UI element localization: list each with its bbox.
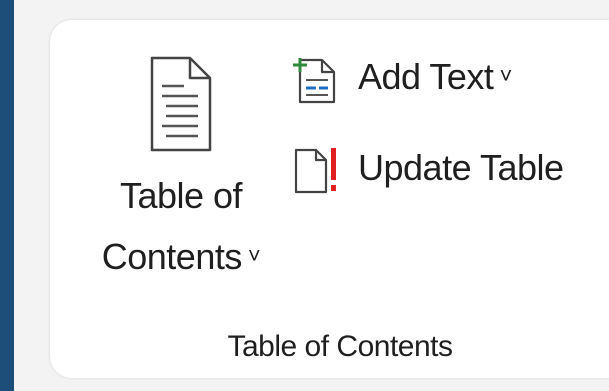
add-text-button[interactable]: Add Text ˅ [288, 48, 548, 108]
table-of-contents-button[interactable]: Table of Contents ˅ [90, 48, 272, 288]
update-table-button[interactable]: Update Table [288, 140, 578, 200]
document-lines-icon [150, 56, 212, 152]
group-label: Table of Contents [227, 330, 453, 363]
add-text-label-text: Add Text [358, 56, 494, 97]
add-text-label: Add Text ˅ [358, 56, 512, 97]
add-text-icon [293, 58, 336, 104]
toc-button-label-line1: Table of [119, 175, 243, 216]
chevron-down-icon: ˅ [247, 243, 261, 268]
chevron-down-icon: ˅ [499, 63, 512, 88]
toc-button-label-line2: Contents ˅ [90, 236, 272, 277]
update-table-label: Update Table [358, 147, 564, 188]
update-table-icon [294, 148, 336, 194]
toc-button-label-text: Contents [101, 236, 243, 277]
